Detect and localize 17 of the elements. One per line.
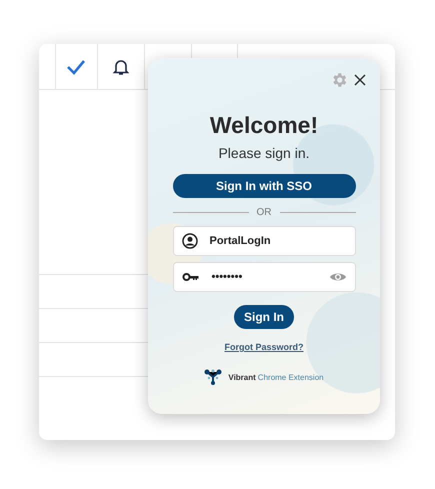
forgot-password-link[interactable]: Forgot Password? — [224, 342, 304, 352]
username-field[interactable]: PortalLogIn — [172, 226, 356, 256]
eye-icon[interactable] — [328, 271, 346, 283]
bell-icon[interactable] — [112, 58, 129, 76]
sso-button[interactable]: Sign In with SSO — [172, 174, 356, 198]
key-icon — [182, 272, 200, 282]
close-icon[interactable] — [354, 74, 366, 86]
subtitle: Please sign in. — [218, 145, 310, 161]
password-field[interactable]: •••••••• — [172, 262, 356, 292]
product-name: Chrome Extension — [258, 372, 324, 382]
check-icon[interactable] — [66, 58, 86, 74]
brand-name: Vibrant — [228, 372, 256, 382]
welcome-title: Welcome! — [210, 112, 318, 139]
or-divider-label: OR — [256, 207, 272, 218]
sign-in-button[interactable]: Sign In — [234, 305, 294, 329]
logo-icon — [204, 369, 222, 385]
user-icon — [182, 233, 198, 249]
